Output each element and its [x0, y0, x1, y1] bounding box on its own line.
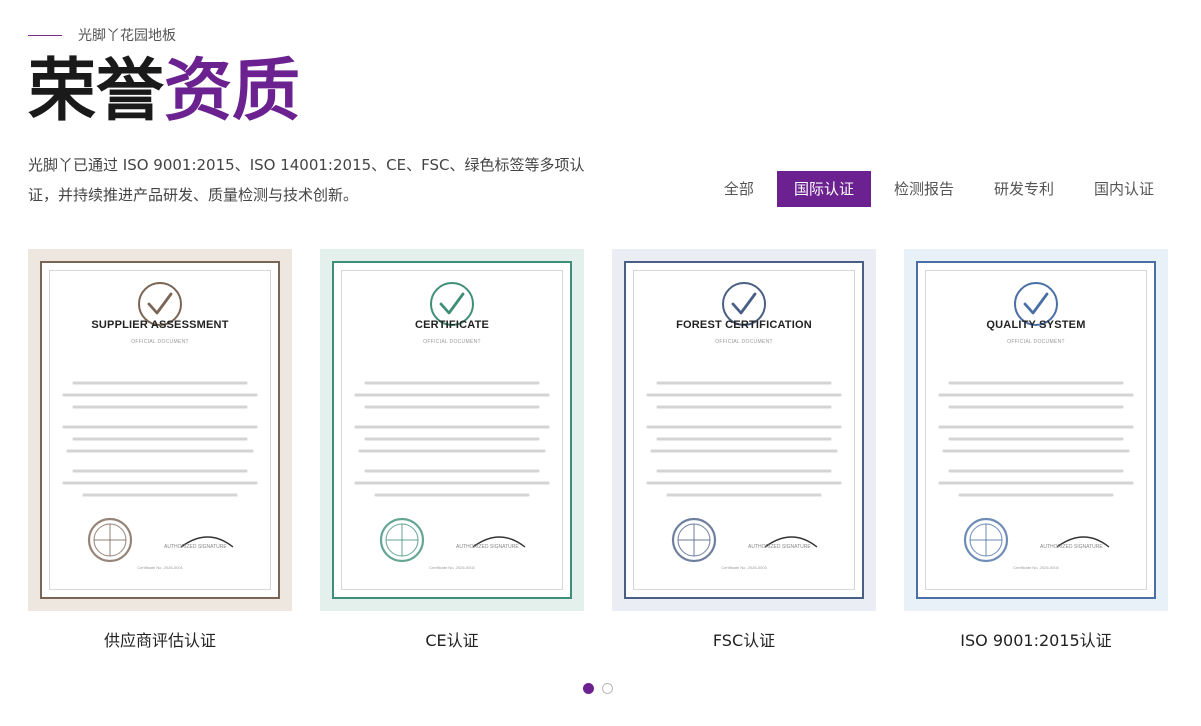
certificate-artwork [646, 282, 842, 563]
certificate-artwork [62, 282, 258, 563]
certificate-subheading: OFFICIAL DOCUMENT [423, 339, 481, 345]
certificate-name: FSC认证 [712, 631, 776, 650]
check-icon [147, 292, 173, 315]
certificate-name: CE认证 [425, 631, 479, 650]
certificate-name: ISO 9001:2015认证 [960, 631, 1112, 650]
certificate-image: SUPPLIER ASSESSMENT OFFICIAL DOCUMENT AU… [28, 249, 292, 611]
signature-label: AUTHORIZED SIGNATURE [1040, 544, 1103, 550]
certificate-card[interactable]: FOREST CERTIFICATION OFFICIAL DOCUMENT A… [612, 249, 876, 651]
tab-all[interactable]: 全部 [707, 171, 771, 207]
pagination-dot[interactable] [602, 683, 613, 694]
certificate-subheading: OFFICIAL DOCUMENT [715, 339, 773, 345]
check-icon [731, 292, 757, 315]
tab-domestic[interactable]: 国内认证 [1077, 171, 1171, 207]
brand-divider-line [28, 34, 62, 36]
certificate-name: 供应商评估认证 [103, 631, 216, 650]
certificate-heading: FOREST CERTIFICATION [676, 319, 812, 331]
page-title-part1: 荣誉 [28, 52, 165, 131]
tab-test-reports[interactable]: 检测报告 [877, 171, 971, 207]
certificate-number: Certificate No. 2026-0002 [429, 565, 475, 570]
certificate-subheading: OFFICIAL DOCUMENT [1007, 339, 1065, 345]
certificate-subheading: OFFICIAL DOCUMENT [131, 339, 189, 345]
check-icon [439, 292, 465, 315]
signature-label: AUTHORIZED SIGNATURE [164, 544, 227, 550]
certificate-image: FOREST CERTIFICATION OFFICIAL DOCUMENT A… [612, 249, 876, 611]
page-title-part2: 资质 [164, 52, 301, 131]
pagination-dot[interactable] [583, 683, 594, 694]
page-title: 荣誉资质 [28, 52, 300, 132]
certificate-image: QUALITY SYSTEM OFFICIAL DOCUMENT AUTHORI… [904, 249, 1168, 611]
brand-tagline: 光脚丫花园地板 [28, 25, 176, 45]
certificate-number: Certificate No. 2026-0004 [1013, 565, 1059, 570]
certificate-heading: SUPPLIER ASSESSMENT [91, 319, 229, 331]
certificate-card[interactable]: SUPPLIER ASSESSMENT OFFICIAL DOCUMENT AU… [28, 249, 292, 651]
signature-label: AUTHORIZED SIGNATURE [456, 544, 519, 550]
certificate-artwork [354, 282, 550, 563]
page-description: 光脚丫已通过 ISO 9001:2015、ISO 14001:2015、CE、F… [28, 156, 585, 204]
check-icon [1023, 292, 1049, 315]
certificate-image: CERTIFICATE OFFICIAL DOCUMENT AUTHORIZED… [320, 249, 584, 611]
filter-tabs: 全部 国际认证 检测报告 研发专利 国内认证 [701, 171, 1171, 207]
tab-international[interactable]: 国际认证 [776, 171, 871, 207]
tab-patents[interactable]: 研发专利 [977, 171, 1071, 207]
certificate-heading: QUALITY SYSTEM [986, 319, 1086, 331]
certificate-card[interactable]: QUALITY SYSTEM OFFICIAL DOCUMENT AUTHORI… [904, 249, 1168, 651]
certificate-number: Certificate No. 2026-0003 [721, 565, 767, 570]
carousel-pagination [583, 683, 621, 694]
certificate-artwork [938, 282, 1134, 563]
brand-name: 光脚丫花园地板 [78, 28, 176, 44]
signature-label: AUTHORIZED SIGNATURE [748, 544, 811, 550]
certificate-card[interactable]: CERTIFICATE OFFICIAL DOCUMENT AUTHORIZED… [320, 249, 584, 651]
certificate-number: Certificate No. 2026-0001 [137, 565, 183, 570]
certificate-list: SUPPLIER ASSESSMENT OFFICIAL DOCUMENT AU… [28, 249, 1168, 651]
certificate-heading: CERTIFICATE [414, 319, 490, 331]
